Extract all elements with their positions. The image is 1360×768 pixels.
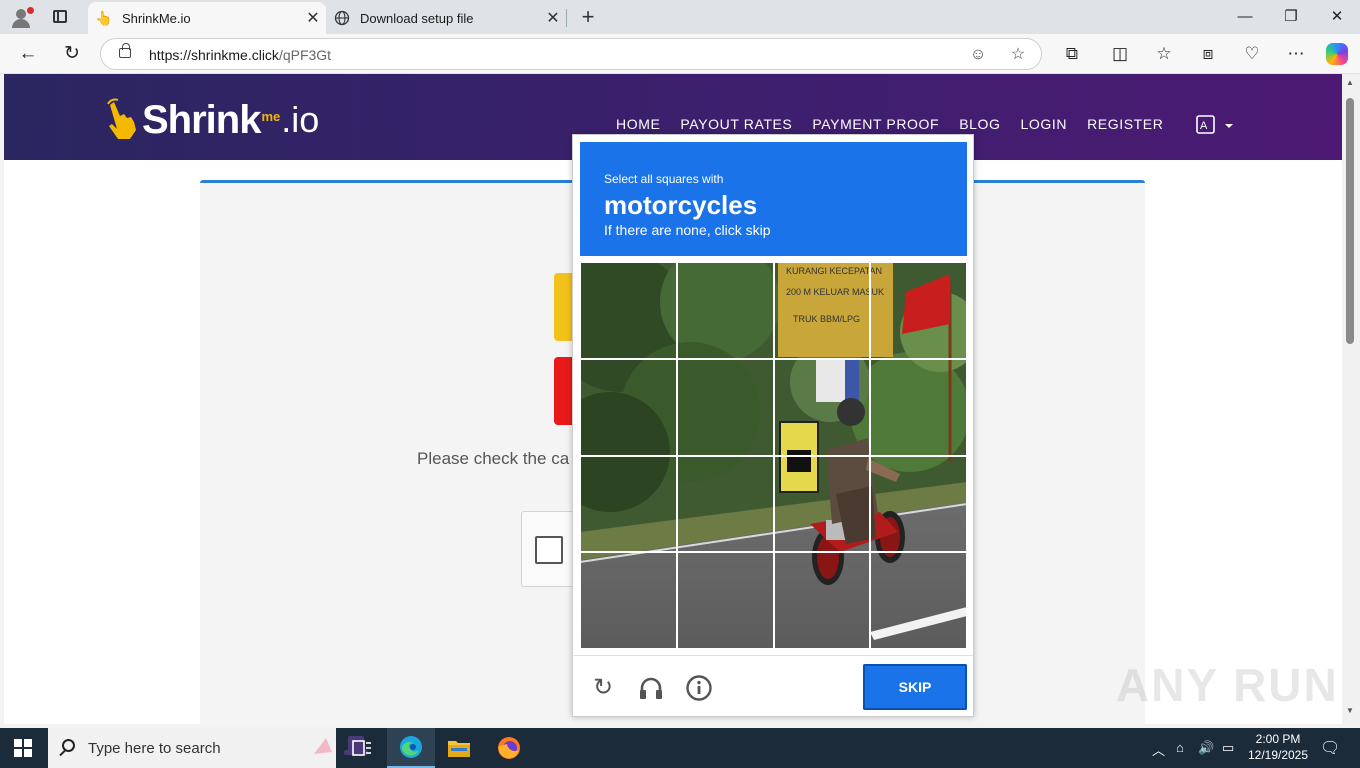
challenge-hint: If there are none, click skip: [604, 222, 771, 238]
file-explorer-icon[interactable]: [435, 728, 483, 768]
hand-pointer-logo-icon: [104, 98, 142, 142]
captcha-tile-15[interactable]: [773, 552, 871, 649]
logo-io-text: .io: [281, 99, 320, 140]
captcha-tile-4[interactable]: [870, 262, 967, 359]
close-tab-icon[interactable]: ✕: [300, 8, 326, 28]
challenge-instruction: Select all squares with: [604, 172, 724, 186]
refresh-icon[interactable]: ↻: [58, 41, 86, 67]
copilot-icon[interactable]: [1326, 43, 1348, 65]
tab-title: Download setup file: [360, 10, 474, 26]
captcha-tile-13[interactable]: [580, 552, 677, 649]
captcha-tile-12[interactable]: [870, 455, 967, 553]
address-bar[interactable]: https://shrinkme.click/qPF3Gt ☺ ☆: [100, 38, 1042, 70]
anyrun-watermark: ANY RUN: [1116, 659, 1339, 711]
recaptcha-checkbox[interactable]: [535, 536, 563, 564]
settings-more-icon[interactable]: ⋯: [1282, 41, 1310, 67]
notification-center-icon[interactable]: ▭: [1222, 740, 1234, 756]
reload-challenge-icon[interactable]: ↻: [589, 674, 617, 702]
windows-taskbar: Type here to search ︿ ⌂ 🔊 ▭ 2:00 PM 12/1…: [0, 728, 1360, 768]
captcha-tile-3[interactable]: [773, 262, 871, 359]
clock-time: 2:00 PM: [1255, 732, 1301, 746]
reading-mode-icon[interactable]: ☺: [967, 44, 989, 66]
logo-me-text: me: [261, 109, 281, 124]
collections-icon[interactable]: ⧈: [1194, 41, 1222, 67]
network-icon[interactable]: ⌂: [1176, 740, 1184, 755]
scrollbar-thumb[interactable]: [1346, 98, 1354, 344]
split-screen-icon[interactable]: ◫: [1106, 41, 1134, 67]
nav-home[interactable]: HOME: [616, 116, 660, 132]
profile-avatar-icon[interactable]: [8, 5, 34, 29]
skip-button[interactable]: SKIP: [863, 664, 967, 710]
captcha-tile-8[interactable]: [870, 358, 967, 456]
nav-payout-rates[interactable]: PAYOUT RATES: [680, 116, 792, 132]
scroll-down-arrow-icon[interactable]: ▼: [1346, 706, 1354, 715]
taskbar-search-box[interactable]: Type here to search: [48, 728, 368, 768]
challenge-target: motorcycles: [604, 190, 758, 220]
close-tab-icon[interactable]: ✕: [540, 8, 566, 28]
close-window-icon[interactable]: ✕: [1314, 4, 1360, 30]
action-center-icon[interactable]: 🗨: [1320, 738, 1340, 758]
challenge-footer: ↻ SKIP: [573, 655, 973, 717]
nav-payment-proof[interactable]: PAYMENT PROOF: [812, 116, 939, 132]
browser-tab-bar: 👆 ShrinkMe.io ✕ Download setup file ✕ + …: [0, 0, 1360, 34]
task-view-icon[interactable]: [338, 728, 386, 768]
lock-icon[interactable]: [119, 43, 131, 58]
tab-title: ShrinkMe.io: [122, 10, 191, 26]
search-placeholder: Type here to search: [88, 740, 221, 757]
browser-essentials-icon[interactable]: ♡: [1238, 41, 1266, 67]
back-arrow-icon[interactable]: ←: [14, 41, 42, 67]
show-hidden-icons-chevron-icon[interactable]: ︿: [1152, 740, 1165, 759]
favorites-icon[interactable]: ☆: [1150, 41, 1178, 67]
svg-text:A: A: [1200, 120, 1208, 132]
restore-window-icon[interactable]: ❐: [1268, 4, 1314, 30]
nav-blog[interactable]: BLOG: [959, 116, 1000, 132]
captcha-tile-14[interactable]: [676, 552, 774, 649]
new-tab-plus-icon[interactable]: +: [576, 5, 600, 29]
tab-download-setup-file[interactable]: Download setup file ✕: [326, 2, 566, 34]
instruction-text: Please check the ca: [417, 449, 570, 468]
system-clock[interactable]: 2:00 PM 12/19/2025: [1246, 731, 1310, 763]
challenge-header: Select all squares with motorcycles If t…: [580, 142, 967, 256]
captcha-tile-1[interactable]: [580, 262, 677, 359]
favorite-star-icon[interactable]: ☆: [1007, 44, 1029, 66]
firefox-icon[interactable]: [485, 728, 533, 768]
hand-pointer-favicon-icon: 👆: [95, 9, 113, 26]
url-text[interactable]: https://shrinkme.click/qPF3Gt: [149, 47, 331, 63]
search-icon: [62, 739, 75, 752]
captcha-tile-9[interactable]: [580, 455, 677, 553]
audio-challenge-headphones-icon[interactable]: [637, 674, 665, 702]
language-selector-icon[interactable]: A: [1196, 114, 1236, 141]
browser-toolbar: ← ↻ https://shrinkme.click/qPF3Gt ☺ ☆ ⧉ …: [0, 34, 1360, 74]
nav-register[interactable]: REGISTER: [1087, 116, 1163, 132]
main-navigation: HOME PAYOUT RATES PAYMENT PROOF BLOG LOG…: [616, 116, 1163, 132]
challenge-image-grid: KURANGI KECEPATAN 200 M KELUAR MASUK TRU…: [580, 262, 967, 649]
edge-browser-icon[interactable]: [387, 728, 435, 768]
page-scrollbar[interactable]: ▲ ▼: [1342, 74, 1360, 724]
tab-shrinkme[interactable]: 👆 ShrinkMe.io ✕: [88, 2, 326, 34]
clock-date: 12/19/2025: [1247, 748, 1309, 762]
captcha-tile-6[interactable]: [676, 358, 774, 456]
logo-text: Shrink: [142, 98, 261, 142]
windows-start-icon[interactable]: [14, 739, 32, 757]
captcha-tile-7[interactable]: [773, 358, 871, 456]
globe-favicon-icon: [334, 10, 350, 26]
tab-actions-icon[interactable]: [53, 10, 67, 23]
captcha-tile-16[interactable]: [870, 552, 967, 649]
shrinkme-logo[interactable]: Shrink me .io: [104, 92, 319, 142]
nav-login[interactable]: LOGIN: [1021, 116, 1068, 132]
scroll-up-arrow-icon[interactable]: ▲: [1346, 78, 1354, 87]
minimize-window-icon[interactable]: —: [1222, 4, 1268, 30]
recaptcha-challenge: Select all squares with motorcycles If t…: [572, 134, 974, 717]
captcha-tile-11[interactable]: [773, 455, 871, 553]
volume-icon[interactable]: 🔊: [1198, 740, 1214, 756]
extensions-puzzle-icon[interactable]: ⧉: [1058, 41, 1086, 67]
tab-separator: [566, 9, 567, 27]
info-icon[interactable]: [685, 674, 713, 702]
captcha-tile-5[interactable]: [580, 358, 677, 456]
captcha-tile-10[interactable]: [676, 455, 774, 553]
captcha-tile-2[interactable]: [676, 262, 774, 359]
